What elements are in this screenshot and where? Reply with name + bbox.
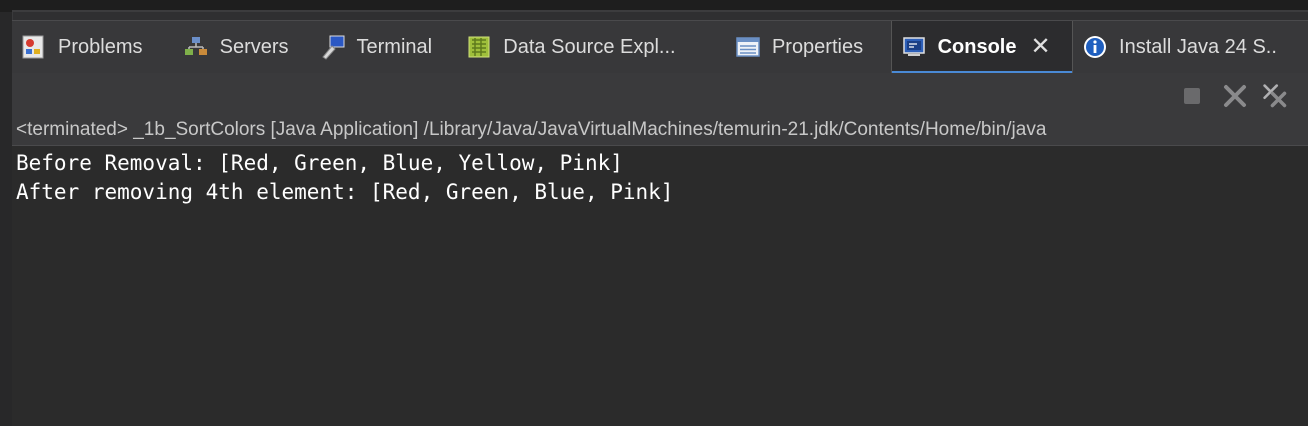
process-status-line: <terminated> _1b_SortColors [Java Applic…	[12, 117, 1308, 146]
remove-launch-icon[interactable]	[1222, 83, 1248, 109]
properties-icon	[734, 33, 762, 61]
console-output[interactable]: Before Removal: [Red, Green, Blue, Yello…	[12, 146, 1308, 426]
tab-label: Problems	[58, 35, 143, 58]
data-source-icon	[465, 33, 493, 61]
tab-label: Servers	[219, 35, 289, 58]
tab-label: Terminal	[356, 35, 433, 58]
stop-icon[interactable]	[1179, 83, 1205, 109]
tab-console[interactable]: Console ✕	[890, 21, 1074, 74]
console-line: Before Removal: [Red, Green, Blue, Yello…	[16, 151, 623, 175]
tab-label: Properties	[771, 35, 864, 58]
remove-all-icon[interactable]	[1262, 83, 1288, 109]
window-top-bar	[0, 0, 1308, 12]
info-icon	[1081, 33, 1109, 61]
console-icon	[900, 33, 928, 61]
tab-properties[interactable]: Properties	[726, 21, 891, 73]
problems-icon	[20, 33, 48, 61]
console-line: After removing 4th element: [Red, Green,…	[16, 180, 674, 204]
tab-install-java[interactable]: Install Java 24 S..	[1073, 21, 1308, 73]
tab-label: Console	[937, 35, 1017, 58]
console-view-panel: Problems Servers Terminal Data Source Ex…	[12, 20, 1308, 426]
servers-icon	[182, 33, 210, 61]
view-tab-bar: Problems Servers Terminal Data Source Ex…	[12, 21, 1308, 74]
tab-problems[interactable]: Problems	[12, 21, 174, 73]
terminal-icon	[319, 33, 347, 61]
console-toolbar	[12, 73, 1308, 117]
tab-label: Data Source Expl...	[503, 35, 676, 58]
tab-data-source-explorer[interactable]: Data Source Expl...	[457, 21, 726, 73]
tab-terminal[interactable]: Terminal	[311, 21, 458, 73]
tab-label: Install Java 24 S..	[1119, 35, 1277, 58]
close-icon[interactable]: ✕	[1030, 35, 1050, 59]
tab-servers[interactable]: Servers	[174, 21, 311, 73]
